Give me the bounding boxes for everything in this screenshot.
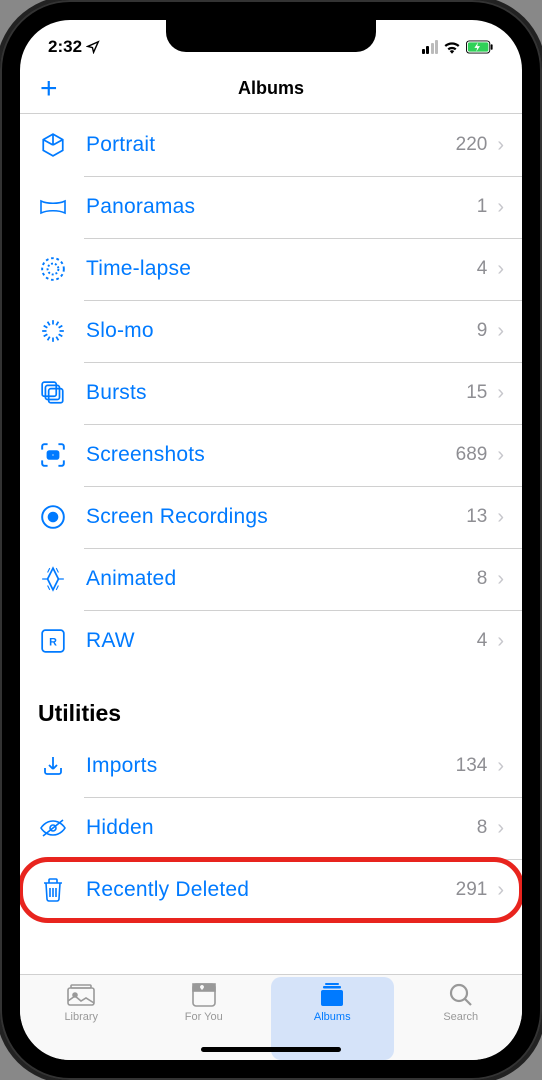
row-label: Recently Deleted — [86, 878, 456, 902]
home-indicator[interactable] — [201, 1047, 341, 1052]
row-count: 13 — [466, 506, 487, 528]
row-count: 1 — [477, 196, 488, 218]
row-imports[interactable]: Imports 134 › — [20, 735, 522, 797]
record-icon — [38, 502, 68, 532]
row-raw[interactable]: R RAW 4 › — [20, 610, 522, 672]
battery-icon — [466, 40, 494, 54]
row-count: 8 — [477, 568, 488, 590]
row-label: Screenshots — [86, 443, 456, 467]
chevron-right-icon: › — [497, 258, 504, 281]
row-portrait[interactable]: Portrait 220 › — [20, 114, 522, 176]
add-button[interactable]: + — [40, 74, 58, 104]
row-screenshots[interactable]: Screenshots 689 › — [20, 424, 522, 486]
signal-icon — [422, 40, 439, 54]
row-label: Panoramas — [86, 195, 477, 219]
row-count: 4 — [477, 630, 488, 652]
nav-header: + Albums — [20, 68, 522, 114]
row-count: 134 — [456, 755, 488, 777]
content-scroll[interactable]: Portrait 220 › Panoramas 1 › Time-lapse … — [20, 114, 522, 974]
row-label: Time-lapse — [86, 257, 477, 281]
row-label: Hidden — [86, 816, 477, 840]
row-count: 4 — [477, 258, 488, 280]
slomo-icon — [38, 316, 68, 346]
chevron-right-icon: › — [497, 320, 504, 343]
row-label: Animated — [86, 567, 477, 591]
tab-label: Search — [443, 1011, 478, 1023]
row-count: 8 — [477, 817, 488, 839]
row-label: RAW — [86, 629, 477, 653]
row-label: Portrait — [86, 133, 456, 157]
location-icon — [86, 40, 100, 54]
panorama-icon — [38, 192, 68, 222]
chevron-right-icon: › — [497, 879, 504, 902]
albums-icon — [317, 981, 347, 1009]
row-count: 220 — [456, 134, 488, 156]
row-hidden[interactable]: Hidden 8 › — [20, 797, 522, 859]
row-panoramas[interactable]: Panoramas 1 › — [20, 176, 522, 238]
row-slomo[interactable]: Slo-mo 9 › — [20, 300, 522, 362]
row-label: Screen Recordings — [86, 505, 466, 529]
row-screen-recordings[interactable]: Screen Recordings 13 › — [20, 486, 522, 548]
tab-label: Library — [64, 1011, 98, 1023]
hidden-icon — [38, 813, 68, 843]
trash-icon — [38, 875, 68, 905]
timelapse-icon — [38, 254, 68, 284]
row-label: Bursts — [86, 381, 466, 405]
chevron-right-icon: › — [497, 630, 504, 653]
chevron-right-icon: › — [497, 382, 504, 405]
chevron-right-icon: › — [497, 568, 504, 591]
row-bursts[interactable]: Bursts 15 › — [20, 362, 522, 424]
row-recently-deleted[interactable]: Recently Deleted 291 › — [20, 859, 522, 921]
cube-icon — [38, 130, 68, 160]
row-label: Imports — [86, 754, 456, 778]
search-icon — [446, 981, 476, 1009]
row-label: Slo-mo — [86, 319, 477, 343]
chevron-right-icon: › — [497, 817, 504, 840]
import-icon — [38, 751, 68, 781]
bursts-icon — [38, 378, 68, 408]
row-count: 15 — [466, 382, 487, 404]
svg-text:R: R — [49, 636, 57, 648]
screenshot-icon — [38, 440, 68, 470]
raw-icon: R — [38, 626, 68, 656]
library-icon — [66, 981, 96, 1009]
row-count: 291 — [456, 879, 488, 901]
tab-label: Albums — [314, 1011, 351, 1023]
chevron-right-icon: › — [497, 134, 504, 157]
chevron-right-icon: › — [497, 755, 504, 778]
tab-label: For You — [185, 1011, 223, 1023]
chevron-right-icon: › — [497, 196, 504, 219]
foryou-icon — [189, 981, 219, 1009]
status-time: 2:32 — [48, 37, 82, 57]
animated-icon — [38, 564, 68, 594]
wifi-icon — [443, 40, 461, 54]
row-animated[interactable]: Animated 8 › — [20, 548, 522, 610]
page-title: Albums — [238, 78, 304, 99]
chevron-right-icon: › — [497, 506, 504, 529]
chevron-right-icon: › — [497, 444, 504, 467]
tab-search[interactable]: Search — [400, 981, 523, 1060]
section-title-utilities: Utilities — [20, 672, 522, 735]
tab-library[interactable]: Library — [20, 981, 143, 1060]
row-timelapse[interactable]: Time-lapse 4 › — [20, 238, 522, 300]
row-count: 9 — [477, 320, 488, 342]
row-count: 689 — [456, 444, 488, 466]
